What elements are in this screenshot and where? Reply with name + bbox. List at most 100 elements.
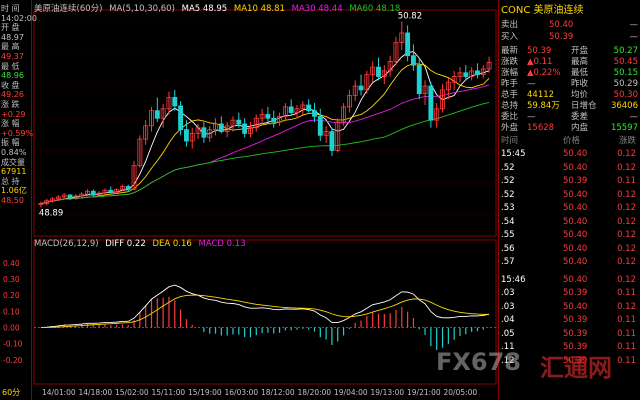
- quote-v1: 59.84万: [527, 101, 560, 111]
- macd-diff-line: [40, 284, 490, 328]
- tick-c: 0.12: [617, 149, 636, 159]
- quote-v2: 50.27: [613, 46, 638, 56]
- quote-v2: 36406: [610, 101, 638, 111]
- ask-row: 卖出 50.40 —: [501, 20, 638, 30]
- tick-row: .52 50.40 0.12: [501, 190, 636, 201]
- bid-row: 买入 50.39 —: [501, 32, 638, 42]
- candle-body: [201, 127, 207, 138]
- tick-p: 50.40: [563, 216, 588, 227]
- quote-row: 最新 50.39 开盘 50.27: [501, 46, 638, 56]
- quote-v1: 44112: [527, 90, 555, 100]
- tick-t: .56: [501, 243, 515, 254]
- quote-panel: CONC 美原油连续 卖出 50.40 — 买入 50.39 — 最新 50.39…: [498, 0, 640, 400]
- info-item: 最 高: [1, 42, 20, 52]
- quote-l2: 日增仓: [571, 101, 597, 111]
- bid-volume: —: [629, 32, 639, 42]
- quote-v2: 50.15: [613, 68, 638, 78]
- quote-v1: ▲0.11: [527, 57, 553, 67]
- low-price-annotation: 48.89: [39, 208, 63, 218]
- tick-t: .52: [501, 162, 515, 173]
- tick-c: 0.12: [617, 189, 636, 200]
- candle-body: [312, 110, 317, 117]
- quote-l1: 昨手: [501, 79, 519, 89]
- tick-c: 0.12: [617, 257, 636, 267]
- tick-c: 0.12: [617, 230, 636, 240]
- tick-header: 时间 价格 涨跌: [501, 136, 636, 147]
- tick-t: .05: [501, 328, 515, 339]
- x-axis-label: 16/03:00: [225, 388, 259, 397]
- ask-label: 卖出: [501, 20, 519, 30]
- quote-l1: 最新: [501, 46, 519, 56]
- ma-legend: 美原油连续(60分) MA(5,10,30,60) MA5 48.95 MA10…: [34, 2, 400, 14]
- candle-body: [125, 186, 131, 190]
- info-item: 49.37: [1, 52, 24, 61]
- tick-t: .55: [501, 230, 515, 240]
- quote-v1: —: [527, 112, 536, 122]
- quote-l2: 委差: [571, 112, 589, 122]
- info-item: 时 间: [1, 4, 20, 13]
- ask-price: 50.40: [549, 20, 574, 30]
- candle-body: [271, 117, 277, 123]
- x-axis-label: 14/18:00: [79, 388, 113, 397]
- watermark-logo-text: FX678: [436, 348, 521, 376]
- tick-t: .03: [501, 301, 515, 312]
- candle-body: [154, 110, 160, 119]
- info-item: 最 低: [1, 61, 20, 71]
- macd-legend: MACD(26,12,9) DIFF 0.22 DEA 0.16 MACD 0.…: [34, 239, 246, 249]
- tick-row: .03 50.39 0.11: [501, 288, 636, 299]
- tick-t: .53: [501, 203, 515, 213]
- tick-header-price: 价格: [563, 136, 581, 146]
- candle-body: [218, 123, 224, 132]
- tick-c: 0.11: [617, 176, 636, 186]
- tick-t: 15:46: [501, 274, 526, 285]
- tick-c: 0.12: [617, 301, 636, 312]
- quote-row: 昨手 — 昨收 50.29: [501, 79, 638, 89]
- quote-l2: 最低: [571, 68, 589, 78]
- quote-row: 总持 59.84万 日增仓 36406: [501, 101, 638, 111]
- ask-volume: —: [629, 20, 639, 30]
- tick-c: 0.12: [617, 162, 636, 173]
- quote-l2: 昨收: [571, 79, 589, 89]
- quote-v2: 15597: [610, 123, 638, 133]
- info-item: 总 持: [1, 176, 20, 186]
- quote-v2: 50.29: [613, 79, 638, 89]
- info-item: +0.29: [1, 109, 26, 119]
- tick-p: 50.40: [563, 203, 588, 213]
- quote-l2: 开盘: [571, 46, 589, 56]
- ma-line-ma5: [40, 51, 490, 205]
- dea-value: DEA 0.16: [152, 239, 192, 249]
- tick-p: 50.40: [563, 230, 588, 240]
- quote-row: 总手 44112 均价 50.30: [501, 90, 638, 100]
- tick-row: .04 50.39 0.11: [501, 315, 636, 326]
- candle-body: [416, 64, 422, 95]
- tick-c: 0.12: [617, 274, 636, 285]
- quote-row: 涨幅 ▲0.22% 最低 50.15: [501, 68, 638, 78]
- candle-body: [317, 115, 323, 136]
- macd-pane-frame: [33, 239, 497, 385]
- quote-title: CONC 美原油连续: [501, 5, 584, 16]
- tick-p: 50.40: [563, 274, 588, 285]
- ma-line-ma30: [40, 84, 490, 205]
- candle-body: [410, 55, 416, 66]
- x-axis-label: 18/20:00: [298, 388, 332, 397]
- candle-body: [329, 131, 335, 151]
- tick-row: .56 50.40 0.12: [501, 244, 636, 255]
- ma-line-ma60: [40, 102, 490, 205]
- tick-c: 0.11: [617, 328, 636, 339]
- tick-row: .57 50.40 0.12: [501, 257, 636, 268]
- candle-body: [428, 85, 434, 121]
- tick-p: 50.39: [563, 288, 588, 298]
- tick-t: .52: [501, 176, 515, 186]
- candle-body: [306, 104, 312, 112]
- quote-l2: 均价: [571, 90, 589, 100]
- quote-row: 外盘 15628 内盘 15597: [501, 123, 638, 133]
- tick-p: 50.40: [563, 301, 588, 312]
- quote-v2: 50.30: [613, 90, 638, 100]
- quote-l1: 总手: [501, 90, 519, 100]
- info-item: 成交量: [1, 157, 25, 167]
- ma-params: MA(5,10,30,60): [109, 4, 175, 14]
- info-item: 67911: [1, 167, 27, 177]
- candle-body: [288, 106, 294, 113]
- info-item: 涨 幅: [1, 119, 20, 129]
- tick-c: 0.12: [617, 203, 636, 213]
